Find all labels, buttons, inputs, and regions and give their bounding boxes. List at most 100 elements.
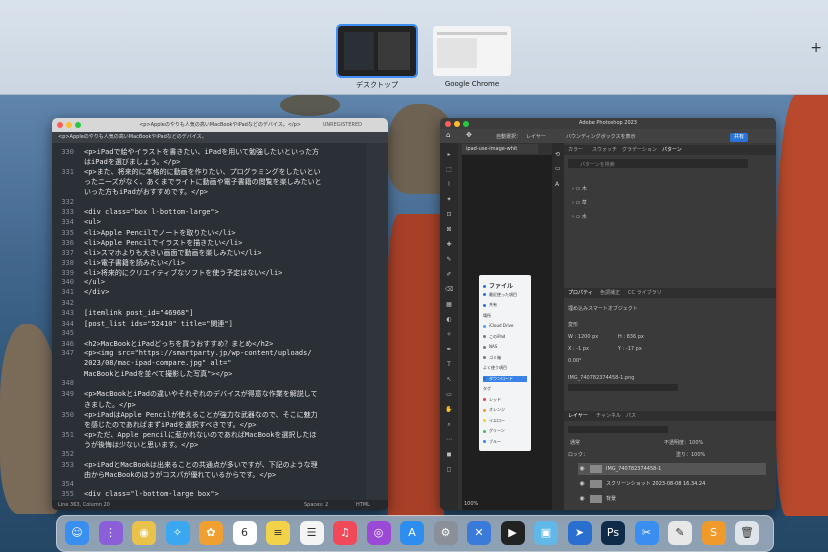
tab-pattern[interactable]: パターン <box>662 145 682 155</box>
shape-tool-icon[interactable]: ▭ <box>445 391 453 398</box>
space-desktop-thumbnail[interactable] <box>336 24 418 78</box>
tab-color[interactable]: カラー <box>568 145 583 155</box>
layer-filter-field[interactable] <box>568 426 668 433</box>
lasso-tool-icon[interactable]: ⌇ <box>445 181 453 188</box>
layer-row[interactable]: ◉ IMG_740782374458-1 <box>578 463 766 475</box>
dock-trash-icon[interactable]: 🗑 <box>735 521 759 545</box>
history-brush-tool-icon[interactable]: ✧ <box>445 331 453 338</box>
code-line[interactable]: 351 <p>ただ、Apple pencilに惹かれないのであればMacBookを… <box>52 430 316 440</box>
code-line[interactable]: 339 <li>将来的にクリエイティブなソフトを使う予定はない</li> <box>52 268 282 278</box>
auto-select-label[interactable]: 自動選択： <box>496 133 521 140</box>
dock-launchpad-icon[interactable]: ⋮ <box>98 521 123 545</box>
auto-select-dropdown[interactable]: レイヤー <box>526 133 546 140</box>
opacity-field[interactable]: 不透明度：100% <box>664 439 703 446</box>
code-line[interactable]: 337 <li>スマホよりも大きい画面で動画を楽しみたい</li> <box>52 248 261 258</box>
ps-minimize-button[interactable] <box>454 121 460 127</box>
dock-safari-icon[interactable]: ✧ <box>165 521 190 545</box>
code-line[interactable]: 355 <div class="l-bottom-large box"> <box>52 490 219 498</box>
dock-final-cut-icon[interactable]: ▶ <box>500 521 525 545</box>
code-line[interactable]: 343 [itemlink post_id="46968"] <box>52 309 193 317</box>
dock-preview-icon[interactable]: ▣ <box>534 521 558 545</box>
blend-mode-dropdown[interactable]: 通常 <box>570 439 580 446</box>
zoom-window-button[interactable] <box>75 122 81 128</box>
props-width[interactable]: W : 1200 px <box>568 334 598 340</box>
dock-xcode2-icon[interactable]: ➤ <box>567 521 592 545</box>
move-tool-icon[interactable]: ▸ <box>445 151 453 158</box>
fill-field[interactable]: 塗り：100% <box>676 451 705 458</box>
code-line[interactable]: 341 </div> <box>52 288 109 296</box>
magic-wand-tool-icon[interactable]: ✦ <box>445 196 453 203</box>
pattern-folder-1[interactable]: › ▭ 木 <box>572 185 587 192</box>
layer-row[interactable]: ◉ 背景 <box>578 493 766 505</box>
code-line[interactable]: 345 <box>52 329 84 337</box>
code-line[interactable]: MacBookとiPadを並べて撮影した写真"></p> <box>52 369 232 379</box>
share-button[interactable]: 共有 <box>730 133 748 142</box>
comment-icon[interactable]: ▭ <box>555 165 561 172</box>
code-line[interactable]: 333 <div class="box l-bottom-large"> <box>52 208 219 216</box>
more-tool-icon[interactable]: ⋯ <box>445 436 453 443</box>
code-line[interactable]: 350 <p>iPadはApple Pencilが使えることが強力な武器なので、そ… <box>52 410 317 420</box>
pen-tool-icon[interactable]: ✒ <box>445 346 453 353</box>
code-line[interactable]: いった方もiPadがおすすめです。</p> <box>52 187 208 197</box>
code-line[interactable]: を感じたのであればまずiPadを選択すべきです。</p> <box>52 420 256 430</box>
background-color-tool-icon[interactable]: ◻ <box>445 466 453 473</box>
photoshop-canvas[interactable]: ファイル 最近使った項目 共有 場所 iCloud Drive このiPad NAS ゴミ箱よ… <box>462 155 552 510</box>
path-select-tool-icon[interactable]: ↖ <box>445 376 453 383</box>
home-icon[interactable]: ⌂ <box>446 131 450 139</box>
dock-app-store-icon[interactable]: A <box>400 521 424 545</box>
tab-cc-libraries[interactable]: CC ライブラリ <box>628 288 662 298</box>
tab-channels[interactable]: チャンネル <box>596 411 621 421</box>
type-icon[interactable]: A <box>555 181 559 188</box>
code-line[interactable]: 344 [post_list ids="52410" title="関連"] <box>52 319 233 329</box>
code-line[interactable]: 330 <p>iPadで絵やイラストを書きたい、iPadを用いて勉強したいといった… <box>52 147 319 157</box>
dock-xcode-icon[interactable]: ✕ <box>467 521 491 545</box>
dock-sublime-icon[interactable]: S <box>701 521 726 545</box>
props-y[interactable]: Y : -17 px <box>618 346 642 352</box>
zoom-tool-icon[interactable]: ⌕ <box>445 421 453 428</box>
dock-settings-icon[interactable]: ⚙ <box>433 521 458 545</box>
space-chrome-thumbnail[interactable] <box>433 26 511 76</box>
close-window-button[interactable] <box>57 122 63 128</box>
code-line[interactable]: 342 <box>52 299 84 307</box>
props-angle[interactable]: 0.00° <box>568 358 582 364</box>
code-line[interactable]: 由からMacBookのほうがコスパが優れているからです。</p> <box>52 470 276 480</box>
dock-textedit-icon[interactable]: ✎ <box>668 521 692 545</box>
editor-titlebar[interactable]: <p>Appleのやりも人気の高いMacBookやiPadなどのデバイス。</p… <box>52 118 388 132</box>
frame-tool-icon[interactable]: ⊠ <box>445 226 453 233</box>
props-embed-field[interactable] <box>568 384 678 391</box>
photoshop-titlebar[interactable]: Adobe Photoshop 2023 <box>440 118 776 129</box>
dock-reminders-icon[interactable]: ☰ <box>299 521 324 545</box>
eye-icon[interactable]: ◉ <box>578 463 586 475</box>
code-line[interactable]: うが後悔は少ないと思います。</p> <box>52 440 198 450</box>
tab-adjustments[interactable]: 色調補正 <box>600 288 620 298</box>
dock-music-icon[interactable]: ♫ <box>333 521 357 545</box>
code-line[interactable]: 347 <p><img src="https://smartparty.jp/wp… <box>52 349 311 357</box>
code-line[interactable]: 346 <h2>MacBookとiPadどっちを買うおすすめ？まとめ</h2> <box>52 339 273 349</box>
zoom-level[interactable]: 100% <box>464 501 478 507</box>
layer-row[interactable]: ◉ スクリーンショット 2023-08-08 16.34.24 <box>578 478 766 490</box>
code-line[interactable]: 2023/08/mac-ipad-compare.jpg" alt=" <box>52 359 232 367</box>
code-editor-window[interactable]: <p>Appleのやりも人気の高いMacBookやiPadなどのデバイス。</p… <box>52 118 388 510</box>
code-line[interactable]: 338 <li>電子書籍を読みたい</li> <box>52 258 185 268</box>
code-line[interactable]: 354 <box>52 480 84 488</box>
code-line[interactable]: 332 <box>52 198 84 206</box>
code-line[interactable]: 353 <p>iPadとMacBookは出来ることの共通点が多いですが、下記のよう… <box>52 460 317 470</box>
dock-chrome-icon[interactable]: ◉ <box>132 521 156 545</box>
document-tab[interactable]: ipad-use-image-whit <box>462 144 538 154</box>
code-line[interactable]: 331 <p>また、将来的に本格的に動画を作りたい、プログラミングをしたいとい <box>52 167 320 177</box>
hand-tool-icon[interactable]: ✋ <box>445 406 453 413</box>
code-line[interactable]: きました。</p> <box>52 400 136 410</box>
code-line[interactable]: はiPadを選びましょう。</p> <box>52 157 180 167</box>
editor-minimap[interactable] <box>366 143 388 500</box>
code-line[interactable]: 352 <box>52 450 84 458</box>
ps-close-button[interactable] <box>445 121 451 127</box>
dock-scissors-icon[interactable]: ✂ <box>634 521 659 545</box>
dock-notes-icon[interactable]: ≡ <box>266 521 290 545</box>
move-tool-icon[interactable]: ✥ <box>466 131 472 139</box>
healing-tool-icon[interactable]: ✎ <box>445 256 453 263</box>
eye-icon[interactable]: ◉ <box>578 478 586 490</box>
tab-gradient[interactable]: グラデーション <box>622 145 657 155</box>
dock-calendar-icon[interactable]: 6 <box>232 521 257 545</box>
dodge-tool-icon[interactable]: ◐ <box>445 316 453 323</box>
props-height[interactable]: H : 836 px <box>618 334 644 340</box>
